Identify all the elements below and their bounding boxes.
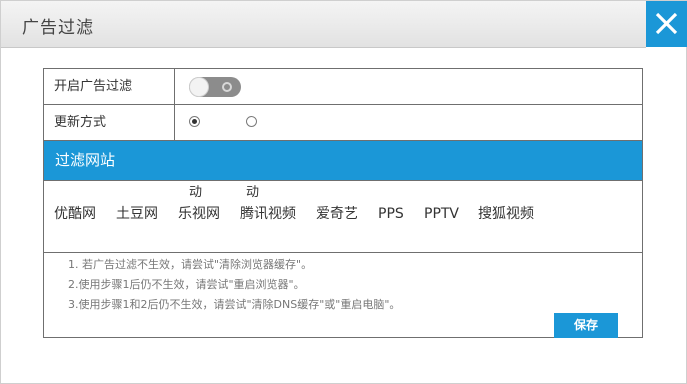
site-item: 优酷网 — [54, 206, 96, 222]
help-note: 1. 若广告过滤不生效，请尝试"清除浏览器缓存"。 — [68, 258, 313, 271]
site-item: 乐视网 — [178, 206, 220, 222]
site-item: 爱奇艺 — [316, 206, 358, 222]
toggle-knob — [189, 77, 209, 97]
update-mode-row: 更新方式 自动 手动 — [44, 105, 642, 200]
enable-toggle[interactable] — [189, 77, 241, 97]
enable-label: 开启广告过滤 — [44, 69, 175, 104]
toggle-off-indicator-icon — [222, 82, 232, 92]
site-item: 搜狐视频 — [478, 206, 534, 222]
site-item: PPTV — [424, 206, 460, 222]
filter-sites-list: 优酷网 土豆网 乐视网 腾讯视频 爱奇艺 PPS PPTV 搜狐视频 — [44, 181, 642, 253]
enable-row: 开启广告过滤 — [44, 69, 642, 105]
radio-manual[interactable] — [246, 116, 257, 127]
site-item: 腾讯视频 — [240, 206, 296, 222]
settings-panel: 开启广告过滤 更新方式 自动 手动 过滤网站 优酷网 土豆网 — [43, 68, 643, 338]
update-auto-option[interactable]: 自动 — [189, 105, 202, 200]
dialog-titlebar: 广告过滤 — [1, 1, 646, 48]
radio-auto[interactable] — [189, 116, 200, 127]
save-button[interactable]: 保存 — [554, 313, 618, 338]
close-icon — [655, 12, 678, 35]
filter-sites-header: 过滤网站 — [44, 141, 642, 181]
update-mode-label: 更新方式 — [44, 105, 175, 140]
help-notes: 1. 若广告过滤不生效，请尝试"清除浏览器缓存"。 2.使用步骤1后仍不生效，请… — [68, 255, 400, 315]
help-note: 3.使用步骤1和2后仍不生效，请尝试"清除DNS缓存"或"重启电脑"。 — [68, 298, 401, 311]
ad-filter-dialog: 广告过滤 开启广告过滤 更新方式 自动 手动 — [0, 0, 687, 384]
dialog-title: 广告过滤 — [22, 18, 94, 38]
update-manual-option[interactable]: 手动 — [246, 105, 259, 200]
site-item: 土豆网 — [116, 206, 158, 222]
site-item: PPS — [378, 206, 404, 222]
help-note: 2.使用步骤1后仍不生效，请尝试"重启浏览器"。 — [68, 278, 305, 291]
close-button[interactable] — [646, 1, 687, 47]
